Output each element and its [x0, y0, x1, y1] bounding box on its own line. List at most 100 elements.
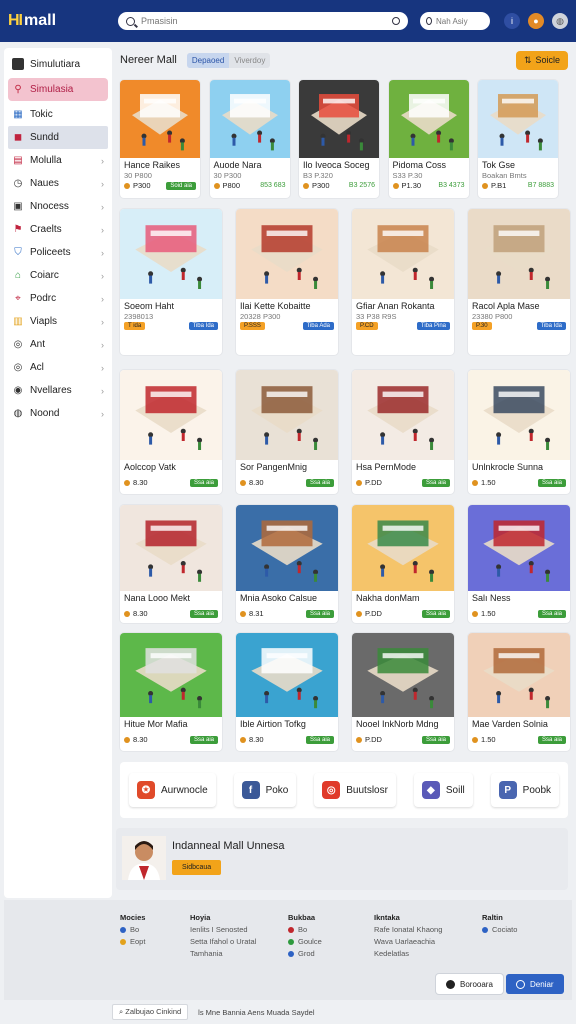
store-card[interactable]: Mnia Asoko Calsue 8.31 Ssa aia [236, 505, 338, 623]
store-subtitle: S33 P.30 [392, 171, 423, 180]
store-card[interactable]: Ible Airtion Tofkg 8.30 Ssa aia [236, 633, 338, 751]
sidebar-item-ant[interactable]: ◎ Ant › [4, 333, 112, 356]
cube-icon [12, 58, 24, 70]
store-badge[interactable]: Ssa aia [305, 609, 334, 618]
footer-link[interactable]: Tamhania [190, 948, 256, 960]
store-badge[interactable]: Ssa aia [421, 478, 450, 487]
store-card[interactable]: Unlnkrocle Sunna 1.50 Ssa aia [468, 370, 570, 494]
sidebar-item-molulla[interactable]: ▤ Molulla › [4, 149, 112, 172]
sidebar-item-sundd[interactable]: ◼ Sundd [8, 126, 108, 149]
store-card[interactable]: Gfiar Anan Rokanta 33 P38 R9S P.CD Tiba Pin… [352, 209, 454, 355]
footer-link[interactable]: Eopt [120, 936, 145, 948]
search-submit-icon[interactable] [392, 17, 400, 25]
secondary-search-input[interactable] [436, 16, 484, 26]
sort-button[interactable]: ⇅ Soicle [515, 50, 568, 70]
logo[interactable]: HI mall [8, 12, 118, 30]
store-card[interactable]: Nakha donMam P.DD Ssa aia [352, 505, 454, 623]
store-name: Nooel InkNorb Mdng [356, 719, 439, 729]
store-card[interactable]: Pidoma Coss S33 P.30 P1.30 B3 4373 [388, 80, 469, 198]
footer-secondary-button[interactable]: Borooara [436, 974, 503, 994]
footer-link[interactable]: Bo [120, 924, 145, 936]
footer-column-title: Raltin [482, 913, 503, 922]
store-card[interactable]: Nana Looo Mekt 8.30 Ssa aia [120, 505, 222, 623]
store-card[interactable]: Nooel InkNorb Mdng P.DD Ssa aia [352, 633, 454, 751]
partner-logo[interactable]: P Poobk [490, 773, 560, 807]
sidebar-item-tokic[interactable]: ▦ Tokic [4, 103, 112, 126]
store-badge[interactable]: Ssa aia [537, 478, 566, 487]
footer-link[interactable]: Setta Ifahol o Uratal [190, 936, 256, 948]
store-badge[interactable]: Ssa aia [189, 609, 218, 618]
avatar[interactable]: ◍ [552, 13, 568, 29]
store-badge[interactable]: Ssa aia [189, 735, 218, 744]
sidebar-item-policeets[interactable]: ⛉ Policeets › [4, 241, 112, 264]
promo-button[interactable]: Sidbcaua [172, 860, 222, 875]
store-price-value: 8.30 [133, 478, 148, 487]
promo-avatar [122, 836, 166, 880]
footer-link[interactable]: Goulce [288, 936, 322, 948]
notification-icon[interactable]: ● [528, 13, 544, 29]
toggle-option-second[interactable]: Viverdoy [229, 53, 270, 68]
footer-link[interactable]: Rafe Ionatal Khaong [374, 924, 442, 936]
info-icon[interactable]: i [504, 13, 520, 29]
store-badge[interactable]: Ssa aia [421, 735, 450, 744]
footer-link[interactable]: Bo [288, 924, 322, 936]
store-card[interactable]: Racol Apla Mase 23380 P800 P.30 Tiba Ida [468, 209, 570, 355]
store-card[interactable]: Salı Ness 1.50 Ssa aia [468, 505, 570, 623]
secondary-search[interactable] [420, 12, 490, 30]
store-card[interactable]: Tok Gse Boakan Bmts P.B1 B7 8883 [478, 80, 558, 198]
store-name: Unlnkrocle Sunna [472, 462, 544, 472]
coin-icon [124, 479, 130, 486]
sidebar-item-naues[interactable]: ◷ Naues › [4, 172, 112, 195]
store-price: P.DD [356, 478, 382, 487]
store-card[interactable]: Ilai Kette Kobaitte 20328 P300 P.SSS Tiba A… [236, 209, 338, 355]
store-badge[interactable]: Tiba Ida [188, 322, 218, 330]
sidebar-item-craelts[interactable]: ⚑ Craelts › [4, 218, 112, 241]
partner-logo[interactable]: f Poko [233, 773, 297, 807]
partner-logo[interactable]: ✪ Aurwnocle [128, 773, 216, 807]
partner-logo[interactable]: ◆ Soill [413, 773, 473, 807]
store-card[interactable]: Soeom Haht 2398013 T ida Tiba Ida [120, 209, 222, 355]
sidebar-item-nvellares[interactable]: ◉ Nvellares › [4, 379, 112, 402]
store-badge[interactable]: Ssa aia [189, 478, 218, 487]
store-card[interactable]: Aolccop Vatk 8.30 Ssa aia [120, 370, 222, 494]
store-badge[interactable]: Tiba Ada [302, 322, 334, 330]
store-card[interactable]: Sor PangenMnig 8.30 Ssa aia [236, 370, 338, 494]
store-name: Pidoma Coss [392, 160, 447, 170]
sidebar-item-acl[interactable]: ◎ Acl › [4, 356, 112, 379]
f-icon: f [241, 781, 260, 799]
store-badge[interactable]: Tiba Ida [536, 322, 566, 330]
sidebar-item-viapls[interactable]: ▥ Viapls › [4, 310, 112, 333]
sidebar-item-noond[interactable]: ◍ Noond › [4, 402, 112, 425]
sidebar-item-coiarc[interactable]: ⌂ Coiarc › [4, 264, 112, 287]
sidebar-item-simulasia[interactable]: ⚲ Simulasia [8, 78, 108, 101]
store-badge[interactable]: Tiba Pina [416, 322, 450, 330]
store-badge[interactable]: Soid aia [166, 181, 196, 190]
store-card[interactable]: Mae Varden Solnia 1.50 Ssa aia [468, 633, 570, 751]
store-badge[interactable]: Ssa aia [537, 609, 566, 618]
footer-link[interactable]: Wava Uarlaeachia [374, 936, 442, 948]
footer-link[interactable]: Kedelatlas [374, 948, 442, 960]
store-card[interactable]: Hitue Mor Mafia 8.30 Ssa aia [120, 633, 222, 751]
search-input[interactable] [141, 16, 386, 26]
sidebar-item-podrc[interactable]: ⌖ Podrc › [4, 287, 112, 310]
footer-link[interactable]: Cociato [482, 924, 517, 936]
store-badge[interactable]: Ssa aia [421, 609, 450, 618]
store-card[interactable]: Hance Raikes 30 P800 P300 Soid aia [120, 80, 200, 198]
view-toggle[interactable]: Depaoed Viverdoy [186, 52, 271, 68]
store-badge[interactable]: Ssa aia [537, 735, 566, 744]
toggle-option-first[interactable]: Depaoed [186, 52, 230, 68]
coin-icon [240, 736, 246, 743]
store-card[interactable]: Auode Nara 30 P300 P800 853 683 [209, 80, 290, 198]
store-badge[interactable]: Ssa aia [305, 478, 334, 487]
partner-logo[interactable]: ◎ Buutslosr [314, 773, 396, 807]
footer-primary-button[interactable]: Deniar [506, 974, 564, 994]
status-search[interactable]: ⌕ Zalbujao Cinkind [112, 1004, 189, 1020]
store-card[interactable]: Hsa PernMode P.DD Ssa aia [352, 370, 454, 494]
footer-link[interactable]: Grod [288, 948, 322, 960]
sidebar-item-label: Nvellares [30, 385, 72, 396]
sidebar-item-nnocess[interactable]: ▣ Nnocess › [4, 195, 112, 218]
store-card[interactable]: Ilo Iveoca Soceg B3 P.320 P300 B3 2576 [299, 80, 379, 198]
search-box[interactable] [118, 12, 408, 30]
store-badge[interactable]: Ssa aia [305, 735, 334, 744]
footer-link[interactable]: Ienlits I Senosted [190, 924, 256, 936]
